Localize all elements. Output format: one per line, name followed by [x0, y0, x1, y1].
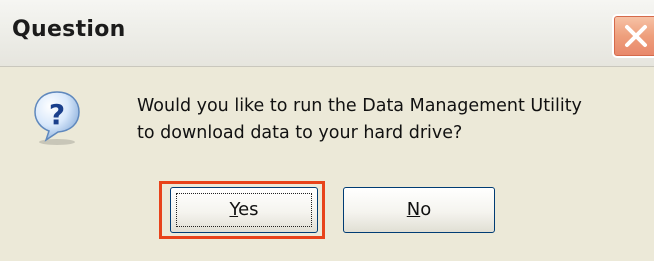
dialog-body: ? Would you like to run the Data Managem… — [0, 67, 654, 261]
question-dialog: Question ? Would you like to run the Dat… — [0, 0, 654, 261]
yes-mnemonic: Y — [229, 199, 239, 220]
question-icon: ? — [34, 91, 80, 145]
close-icon — [625, 25, 647, 47]
no-mnemonic: N — [406, 199, 421, 220]
message-line-1: Would you like to run the Data Managemen… — [137, 96, 582, 116]
dialog-title: Question — [12, 17, 126, 42]
yes-button[interactable]: Yes — [170, 187, 318, 233]
no-button-label: No — [407, 199, 431, 220]
yes-button-label: Yes — [229, 199, 258, 220]
message-text: Would you like to run the Data Managemen… — [137, 93, 582, 147]
message-line-2: to download data to your hard drive? — [137, 123, 463, 143]
svg-text:?: ? — [49, 98, 65, 131]
close-button[interactable] — [612, 14, 654, 58]
yes-label-rest: es — [238, 199, 259, 220]
title-bar[interactable]: Question — [0, 0, 654, 67]
no-button[interactable]: No — [343, 187, 495, 233]
no-label-rest: o — [420, 199, 432, 220]
